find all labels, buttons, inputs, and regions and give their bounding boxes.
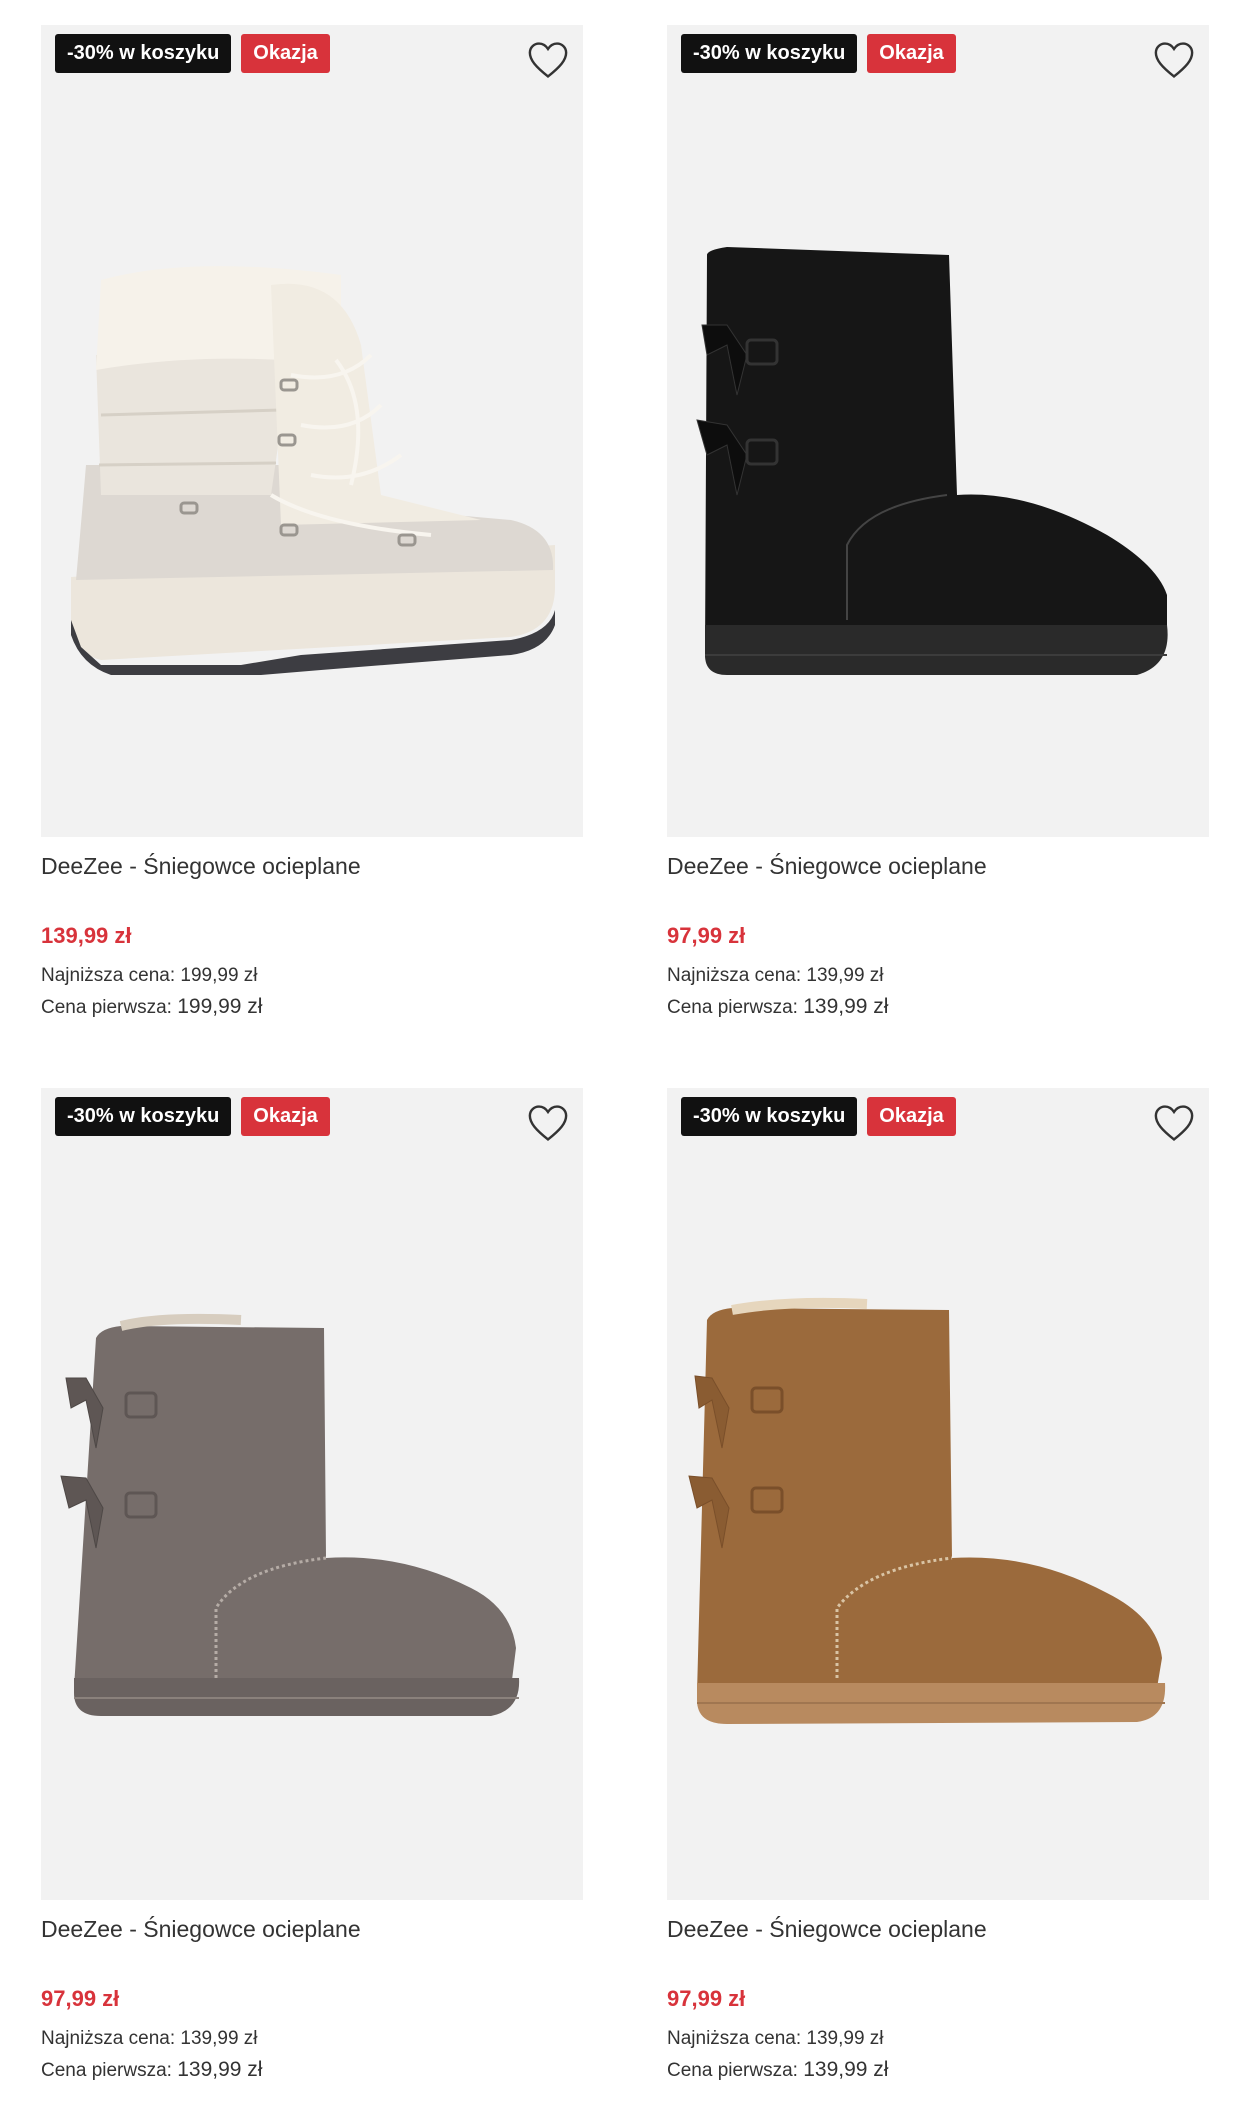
first-price-value: 199,99 zł (177, 995, 263, 1018)
lowest-price-label: Najniższa cena: (41, 965, 176, 986)
lowest-price-value: 139,99 zł (180, 2028, 258, 2049)
cream-snow-boot-image (71, 266, 556, 675)
product-image[interactable]: -30% w koszyku Okazja (41, 25, 583, 837)
first-price-value: 139,99 zł (177, 2058, 263, 2081)
discount-badge: -30% w koszyku (681, 34, 858, 73)
product-price: 97,99 zł (667, 923, 746, 948)
first-price-label: Cena pierwsza: (41, 2060, 172, 2081)
deal-badge: Okazja (241, 34, 330, 73)
deal-badge: Okazja (867, 34, 956, 73)
first-price-line: Cena pierwsza: 139,99 zł (667, 995, 888, 1019)
lowest-price-line: Najniższa cena: 199,99 zł (41, 965, 258, 987)
lowest-price-value: 199,99 zł (180, 965, 258, 986)
heart-icon[interactable] (527, 41, 569, 79)
first-price-line: Cena pierwsza: 139,99 zł (667, 2058, 888, 2082)
discount-badge: -30% w koszyku (681, 1097, 858, 1136)
deal-badge: Okazja (867, 1097, 956, 1136)
first-price-line: Cena pierwsza: 139,99 zł (41, 2058, 262, 2082)
grey-snow-boot-image (60, 1313, 520, 1716)
product-title[interactable]: DeeZee - Śniegowce ocieplane (667, 1916, 987, 1943)
first-price-label: Cena pierwsza: (667, 997, 798, 1018)
camel-snow-boot-image (688, 1297, 1166, 1724)
product-title[interactable]: DeeZee - Śniegowce ocieplane (667, 853, 987, 880)
first-price-label: Cena pierwsza: (41, 997, 172, 1018)
product-image[interactable]: -30% w koszyku Okazja (667, 25, 1209, 837)
product-price: 139,99 zł (41, 923, 132, 948)
first-price-line: Cena pierwsza: 199,99 zł (41, 995, 262, 1019)
first-price-label: Cena pierwsza: (667, 2060, 798, 2081)
lowest-price-label: Najniższa cena: (41, 2028, 176, 2049)
black-snow-boot-image (696, 247, 1168, 675)
lowest-price-line: Najniższa cena: 139,99 zł (41, 2028, 258, 2050)
product-price: 97,99 zł (667, 1986, 746, 2011)
discount-badge: -30% w koszyku (55, 1097, 232, 1136)
lowest-price-value: 139,99 zł (806, 965, 884, 986)
product-image[interactable]: -30% w koszyku Okazja (41, 1088, 583, 1900)
product-title[interactable]: DeeZee - Śniegowce ocieplane (41, 1916, 361, 1943)
lowest-price-label: Najniższa cena: (667, 965, 802, 986)
lowest-price-value: 139,99 zł (806, 2028, 884, 2049)
product-image[interactable]: -30% w koszyku Okazja (667, 1088, 1209, 1900)
heart-icon[interactable] (1153, 41, 1195, 79)
lowest-price-line: Najniższa cena: 139,99 zł (667, 965, 884, 987)
deal-badge: Okazja (241, 1097, 330, 1136)
discount-badge: -30% w koszyku (55, 34, 232, 73)
product-title[interactable]: DeeZee - Śniegowce ocieplane (41, 853, 361, 880)
lowest-price-label: Najniższa cena: (667, 2028, 802, 2049)
lowest-price-line: Najniższa cena: 139,99 zł (667, 2028, 884, 2050)
first-price-value: 139,99 zł (803, 995, 889, 1018)
heart-icon[interactable] (527, 1104, 569, 1142)
first-price-value: 139,99 zł (803, 2058, 889, 2081)
product-price: 97,99 zł (41, 1986, 120, 2011)
heart-icon[interactable] (1153, 1104, 1195, 1142)
